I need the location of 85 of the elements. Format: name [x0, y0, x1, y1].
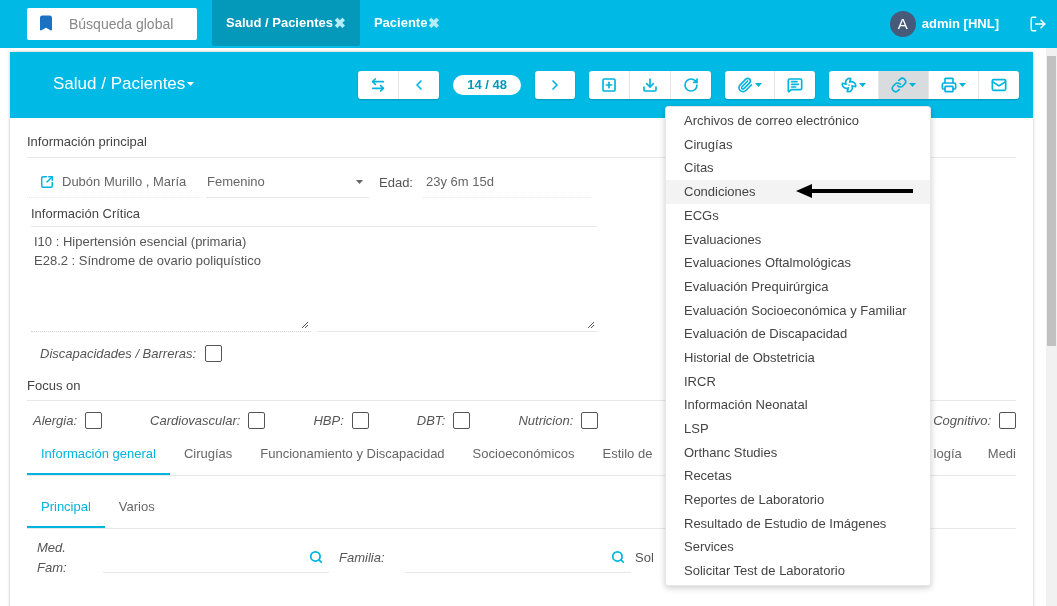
menu-item[interactable]: Historial de Obstetricia	[666, 345, 930, 370]
menu-item[interactable]: Evaluaciones Oftalmológicas	[666, 251, 930, 275]
checkbox[interactable]	[205, 345, 223, 363]
menu-item[interactable]: Services	[666, 535, 930, 560]
checkbox[interactable]	[453, 412, 471, 430]
toolbar-button[interactable]	[725, 71, 775, 99]
toolbar-button[interactable]	[829, 71, 879, 99]
age-label: Edad:	[379, 173, 413, 192]
caret-icon	[909, 83, 916, 87]
checkbox-label: Discapacidades / Barreras:	[40, 345, 197, 363]
search-field[interactable]: Búsqueda global	[27, 8, 197, 40]
tab[interactable]: Cirugías	[169, 434, 247, 475]
toolbar-button[interactable]	[630, 71, 671, 99]
checkbox[interactable]	[351, 412, 369, 430]
printer-icon	[941, 77, 957, 93]
search-icon[interactable]	[611, 550, 625, 564]
toolbar-button[interactable]	[535, 71, 575, 99]
menu-item[interactable]: Evaluación Prequirúrgica	[666, 274, 930, 299]
swap-icon	[370, 77, 387, 93]
menu-item[interactable]: Resultado de Estudio de Imágenes	[666, 511, 930, 536]
checkbox-label: Cardiovascular:	[150, 412, 241, 430]
toolbar-button[interactable]	[929, 71, 979, 99]
link-icon	[891, 77, 907, 93]
search-icon[interactable]	[309, 550, 323, 564]
sex-dropdown[interactable]: Femenino	[206, 167, 369, 198]
comment-icon	[787, 77, 803, 93]
caret-icon	[755, 83, 762, 87]
caret-icon	[959, 83, 966, 87]
bookmark-icon	[37, 14, 55, 32]
menu-item[interactable]: Evaluaciones	[666, 227, 930, 252]
caret-icon	[356, 180, 363, 184]
checkbox[interactable]	[581, 412, 599, 430]
refresh-icon	[683, 77, 699, 93]
checkbox-label: HBP:	[313, 412, 344, 430]
toolbar-button[interactable]	[979, 71, 1019, 99]
toolbar-button[interactable]	[589, 71, 630, 99]
menu-item[interactable]: Cirugías	[666, 132, 930, 157]
menu-item[interactable]: Evaluación Socioeconómica y Familiar	[666, 298, 930, 323]
checkbox-label: Alergia:	[33, 412, 78, 430]
checkbox[interactable]	[999, 412, 1016, 430]
tab[interactable]: Medi	[973, 434, 1016, 475]
fan-icon	[841, 77, 857, 93]
menu-item[interactable]: Reportes de Laboratorio	[666, 488, 930, 512]
diagnosis-line: E28.2 : Síndrome de ovario poliquístico	[34, 252, 262, 270]
mail-icon	[991, 77, 1007, 93]
caret-icon	[859, 83, 866, 87]
menu-item[interactable]: Evaluación de Discapacidad	[666, 322, 930, 346]
checkbox-label: Cognitivo:	[933, 412, 991, 430]
patient-name-field[interactable]: Dubón Murillo , María	[27, 167, 202, 198]
text-area[interactable]: I10 : Hipertensión esencial (primaria) E28.2 : Síndrome de ovario poliquístico	[31, 232, 311, 332]
paperclip-icon	[737, 77, 753, 93]
toolbar-button[interactable]	[879, 71, 929, 99]
checkbox-label: DBT:	[416, 412, 446, 430]
subtab[interactable]: Varios	[104, 487, 169, 528]
tab[interactable]: Socioeconómicos	[458, 434, 589, 475]
download-icon	[642, 77, 658, 93]
logout-icon[interactable]	[1029, 15, 1047, 33]
menu-item[interactable]: Condiciones	[666, 180, 930, 204]
checkbox[interactable]	[248, 412, 266, 430]
toolbar-button[interactable]	[358, 71, 400, 99]
toolbar-button[interactable]	[399, 71, 440, 99]
menu-item[interactable]: ECGs	[666, 203, 930, 228]
menu-item[interactable]: Archivos de correo electrónico	[666, 109, 930, 133]
record-counter: 14 / 48	[453, 75, 521, 95]
toolbar-button[interactable]	[671, 71, 711, 99]
checkbox[interactable]	[85, 412, 103, 430]
tab[interactable]: Estilo de	[588, 434, 667, 475]
caret-icon	[187, 82, 195, 86]
field-label: Familia:	[338, 548, 386, 567]
toolbar-button[interactable]	[775, 71, 815, 99]
menu-item[interactable]: Citas	[666, 156, 930, 181]
diagnosis-line: I10 : Hipertensión esencial (primaria)	[34, 233, 248, 251]
edit-icon[interactable]	[40, 175, 54, 189]
tab[interactable]: Funcionamiento y Discapacidad	[246, 434, 459, 475]
add-icon	[601, 77, 617, 93]
section-title: Información Crítica	[31, 203, 597, 227]
resize-handle-icon[interactable]	[587, 321, 595, 329]
avatar[interactable]: A	[889, 11, 916, 37]
menu-item[interactable]: Solicitar Test de Laboratorio	[666, 559, 930, 583]
checkbox-label: Nutricion:	[518, 412, 574, 430]
field-label: Med. Fam:	[36, 539, 68, 577]
scrollbar[interactable]	[1046, 48, 1057, 606]
field-label: Sol	[635, 548, 654, 567]
resize-handle-icon[interactable]	[301, 321, 309, 329]
age-field: 23y 6m 15d	[423, 167, 591, 198]
